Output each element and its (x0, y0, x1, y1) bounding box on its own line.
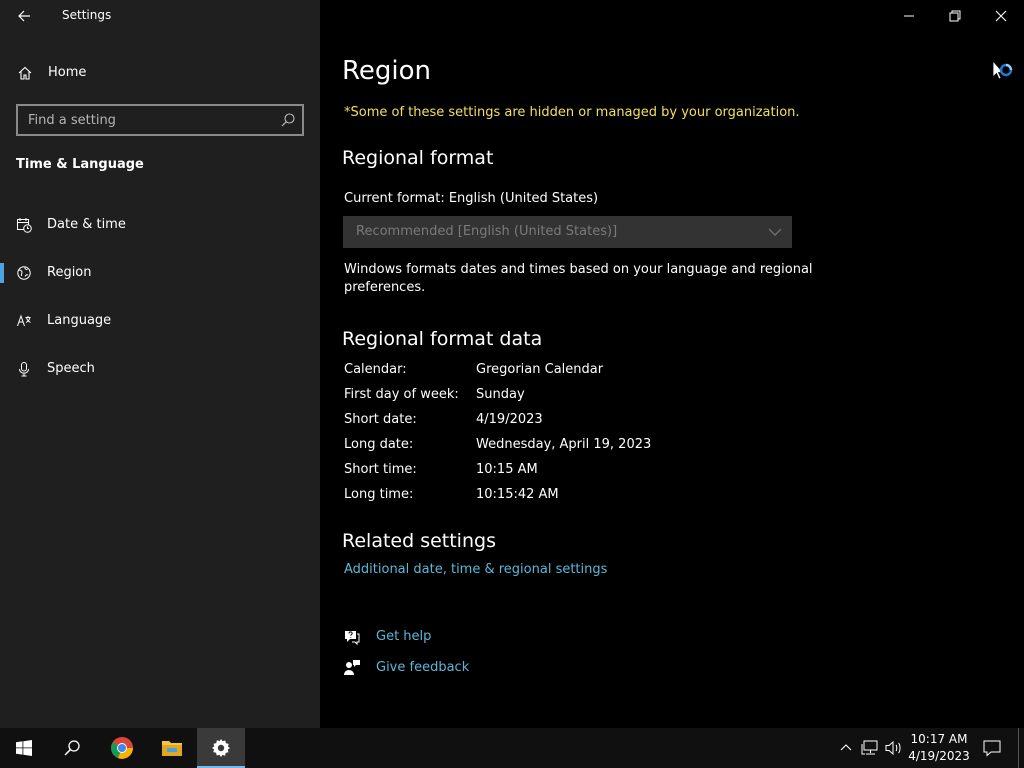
format-description: Windows formats dates and times based on… (344, 262, 813, 295)
related-settings-heading: Related settings (342, 530, 496, 552)
format-data-row: Long date: Wednesday, April 19, 2023 (344, 437, 744, 457)
microphone-icon (19, 362, 29, 377)
volume-icon (885, 740, 901, 756)
clock-time: 10:17 AM (910, 732, 968, 746)
restore-icon (949, 10, 961, 22)
sidebar-item-home[interactable]: Home (0, 58, 320, 88)
additional-settings-link[interactable]: Additional date, time & regional setting… (344, 562, 607, 577)
show-desktop-button[interactable] (1018, 728, 1019, 768)
sidebar-item-label: Date & time (47, 217, 126, 232)
format-data-value: Gregorian Calendar (476, 362, 604, 377)
search-icon[interactable] (280, 112, 296, 128)
window-controls (886, 0, 1024, 32)
minimize-button[interactable] (886, 0, 932, 32)
sidebar-item-speech[interactable]: Speech (0, 351, 320, 387)
taskbar-clock[interactable]: 10:17 AM 4/19/2023 (906, 731, 972, 767)
format-data-value: 4/19/2023 (476, 412, 543, 427)
format-data-key: First day of week: (344, 387, 459, 402)
format-data-value: 10:15:42 AM (476, 487, 559, 502)
feedback-icon (344, 660, 360, 675)
clock-date: 4/19/2023 (908, 749, 970, 763)
sidebar: Settings Home Time & Language Date & tim… (0, 0, 320, 728)
folder-icon (162, 741, 182, 756)
restore-button[interactable] (932, 0, 978, 32)
format-data-value: 10:15 AM (476, 462, 538, 477)
language-icon (17, 314, 31, 327)
format-data-row: Short date: 4/19/2023 (344, 412, 744, 432)
format-data-row: Calendar: Gregorian Calendar (344, 362, 744, 382)
regional-format-dropdown[interactable]: Recommended [English (United States)] (343, 216, 792, 248)
current-format-label: Current format: English (United States) (344, 191, 599, 206)
format-data-row: Long time: 10:15:42 AM (344, 487, 744, 507)
taskbar-chrome-button[interactable] (98, 728, 146, 768)
network-tray-button[interactable] (860, 738, 880, 758)
home-icon (18, 66, 32, 80)
sidebar-item-language[interactable]: Language (0, 303, 320, 339)
back-arrow-icon (18, 10, 30, 22)
regional-format-heading: Regional format (342, 147, 494, 169)
format-data-row: Short time: 10:15 AM (344, 462, 744, 482)
main-content: Region *Some of these settings are hidde… (320, 0, 1024, 728)
regional-format-data-heading: Regional format data (342, 328, 543, 350)
taskbar-search-button[interactable] (48, 728, 96, 768)
format-data-value: Wednesday, April 19, 2023 (476, 437, 652, 452)
sidebar-item-region[interactable]: Region (0, 255, 320, 291)
sidebar-item-label: Speech (47, 361, 95, 376)
search-icon (64, 740, 80, 756)
windows-logo-icon (16, 740, 32, 756)
volume-tray-button[interactable] (884, 738, 904, 758)
page-title: Region (342, 56, 432, 86)
taskbar-settings-button[interactable] (197, 728, 245, 768)
format-data-key: Long date: (344, 437, 414, 452)
format-data-key: Short date: (344, 412, 417, 427)
sidebar-item-label: Region (47, 265, 92, 280)
format-data-key: Short time: (344, 462, 417, 477)
help-chat-icon (345, 631, 360, 646)
network-icon (861, 740, 878, 755)
title-bar: Settings (0, 0, 320, 32)
dropdown-value: Recommended [English (United States)] (356, 224, 618, 239)
chevron-down-icon (768, 228, 782, 236)
action-center-button[interactable] (978, 734, 1006, 762)
sidebar-item-date-time[interactable]: Date & time (0, 207, 320, 243)
globe-icon (17, 266, 31, 280)
format-data-value: Sunday (476, 387, 525, 402)
taskbar: 10:17 AM 4/19/2023 (0, 728, 1024, 768)
format-data-row: First day of week: Sunday (344, 387, 744, 407)
section-title: Time & Language (16, 157, 144, 172)
gear-icon (212, 739, 230, 757)
sidebar-item-label: Home (48, 65, 87, 80)
start-button[interactable] (0, 728, 48, 768)
app-title: Settings (62, 8, 112, 22)
chevron-up-icon (840, 744, 852, 751)
busy-cursor-icon (992, 60, 1013, 80)
search-box (16, 104, 304, 136)
back-button[interactable] (10, 4, 38, 28)
show-hidden-icons-button[interactable] (836, 738, 856, 758)
calendar-clock-icon (17, 218, 32, 233)
close-button[interactable] (978, 0, 1024, 32)
get-help-link[interactable]: Get help (376, 629, 431, 644)
sidebar-item-label: Language (47, 313, 112, 328)
minimize-icon (904, 15, 914, 17)
notification-icon (983, 740, 1001, 757)
search-input[interactable] (18, 106, 268, 134)
format-data-key: Long time: (344, 487, 414, 502)
taskbar-file-explorer-button[interactable] (148, 728, 196, 768)
organization-notice: *Some of these settings are hidden or ma… (344, 105, 800, 120)
close-icon (995, 10, 1007, 22)
give-feedback-link[interactable]: Give feedback (376, 660, 469, 675)
chrome-icon (111, 737, 133, 759)
format-data-key: Calendar: (344, 362, 407, 377)
